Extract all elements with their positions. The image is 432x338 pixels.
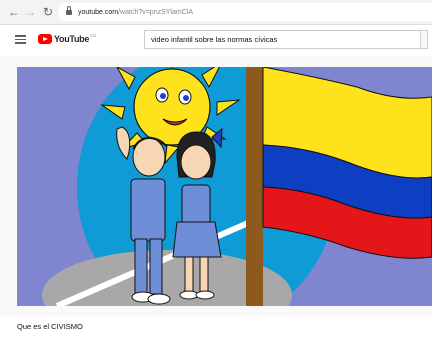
logo-text: YouTube xyxy=(54,34,90,44)
browser-toolbar: ← → ↻ youtube.com/watch?v=pnzSYlamClA xyxy=(0,0,432,25)
video-player-area xyxy=(0,56,432,316)
menu-icon[interactable] xyxy=(15,35,26,44)
youtube-header: YouTube CO video infantil sobre las norm… xyxy=(0,25,432,55)
search-query: video infantil sobre las normas cívicas xyxy=(151,35,278,44)
search-input[interactable]: video infantil sobre las normas cívicas xyxy=(144,30,428,49)
reload-icon[interactable]: ↻ xyxy=(40,4,56,20)
search-button[interactable] xyxy=(420,31,427,48)
youtube-logo[interactable]: YouTube CO xyxy=(38,32,97,44)
url-text[interactable]: youtube.com/watch?v=pnzSYlamClA xyxy=(78,9,193,16)
lock-icon xyxy=(66,5,72,15)
video-frame[interactable] xyxy=(17,67,432,306)
back-arrow-icon[interactable]: ← xyxy=(6,4,22,20)
address-bar[interactable]: youtube.com/watch?v=pnzSYlamClA xyxy=(58,3,432,21)
url-host: youtube.com xyxy=(78,8,119,16)
youtube-play-icon xyxy=(38,34,52,44)
forward-arrow-icon[interactable]: → xyxy=(22,4,38,20)
url-path: /watch?v=pnzSYlamClA xyxy=(118,8,193,16)
logo-country: CO xyxy=(90,32,97,38)
video-title[interactable]: Que es el CIVISMO xyxy=(17,322,83,331)
flag-pole xyxy=(246,67,263,306)
